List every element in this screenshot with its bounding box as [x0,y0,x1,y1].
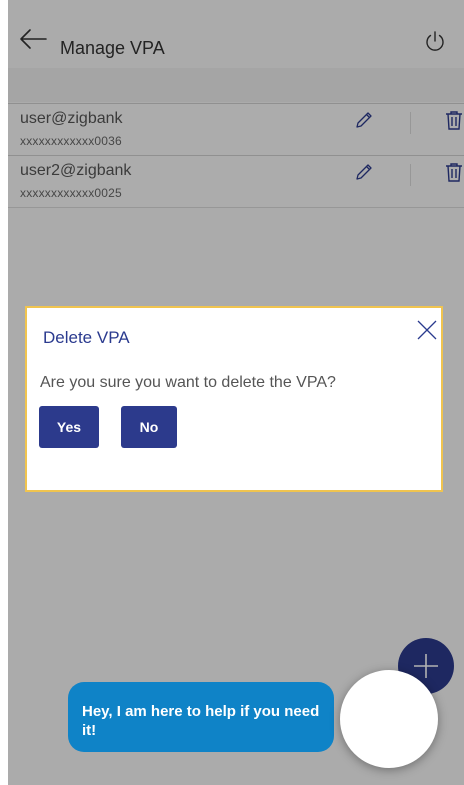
delete-vpa-dialog: Delete VPA Are you sure you want to dele… [25,306,443,492]
app-screen: Manage VPA user@zigbank xxxxxxxxxxxx0036 [8,0,464,785]
close-icon [417,320,437,340]
confirm-yes-button[interactable]: Yes [39,406,99,448]
dialog-title: Delete VPA [43,328,130,347]
chatbot-launcher-button[interactable] [340,670,438,768]
cancel-no-button[interactable]: No [121,406,177,448]
chat-message-bubble[interactable]: Hey, I am here to help if you need it! [68,682,334,752]
close-dialog-button[interactable] [415,318,439,342]
dialog-message: Are you sure you want to delete the VPA? [40,374,336,391]
